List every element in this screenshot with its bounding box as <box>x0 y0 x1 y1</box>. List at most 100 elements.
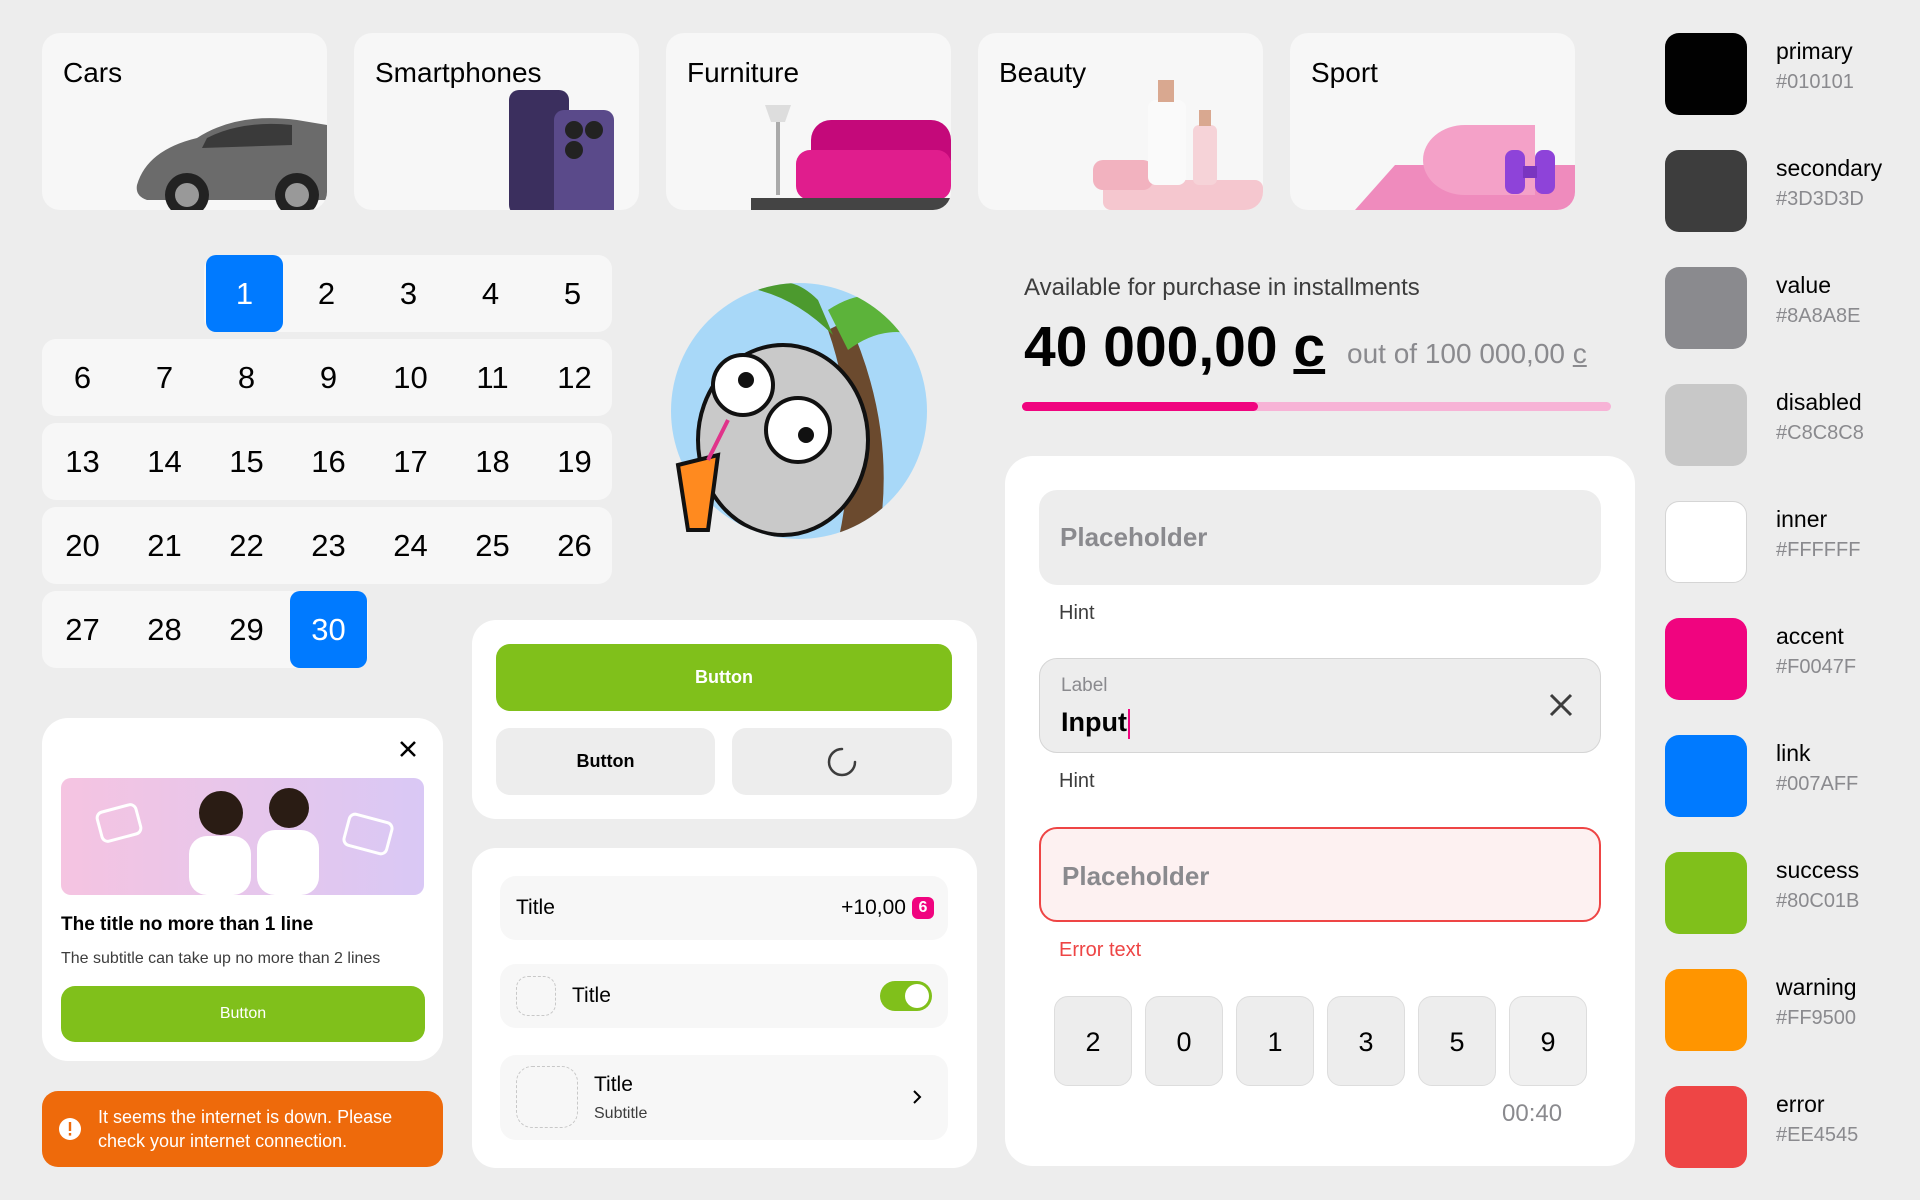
calendar-day-selected[interactable]: 1 <box>206 255 283 332</box>
text-field-error[interactable]: Placeholder <box>1039 827 1601 922</box>
swatch-error <box>1665 1086 1747 1168</box>
swatch-hex: #3D3D3D <box>1776 188 1864 210</box>
otp-digit-active[interactable]: 9 <box>1509 996 1587 1086</box>
calendar-week-row: 20 21 22 23 24 25 26 <box>42 507 612 584</box>
swatch-hex: #010101 <box>1776 71 1854 93</box>
swatch-name: link <box>1776 740 1811 766</box>
calendar-day[interactable]: 18 <box>454 423 531 500</box>
calendar-day[interactable]: 23 <box>290 507 367 584</box>
calendar-day[interactable]: 2 <box>288 255 365 332</box>
calendar-day[interactable]: 8 <box>208 339 285 416</box>
network-error-toast: It seems the internet is down. Please ch… <box>42 1091 443 1167</box>
list-item-toggle[interactable]: Title <box>500 964 948 1028</box>
close-icon[interactable] <box>399 740 417 758</box>
placeholder-icon <box>516 976 556 1016</box>
toggle-knob <box>905 984 929 1008</box>
otp-digit[interactable]: 2 <box>1054 996 1132 1086</box>
calendar-day[interactable]: 11 <box>454 339 531 416</box>
list-item-value-text: +10,00 <box>841 896 906 919</box>
calendar-day[interactable]: 6 <box>44 339 121 416</box>
promo-button[interactable]: Button <box>61 986 425 1042</box>
swatch-name: value <box>1776 272 1831 298</box>
loading-spinner-icon <box>827 747 857 776</box>
category-card-beauty[interactable]: Beauty <box>978 33 1263 210</box>
calendar-day[interactable]: 27 <box>44 591 121 668</box>
calendar-day[interactable]: 14 <box>126 423 203 500</box>
calendar-day[interactable]: 17 <box>372 423 449 500</box>
calendar-day[interactable]: 13 <box>44 423 121 500</box>
category-card-furniture[interactable]: Furniture <box>666 33 951 210</box>
calendar-day[interactable]: 15 <box>208 423 285 500</box>
otp-digit[interactable]: 0 <box>1145 996 1223 1086</box>
calendar-day[interactable]: 7 <box>126 339 203 416</box>
text-field-filled[interactable]: Label Input <box>1039 658 1601 753</box>
calendar-day[interactable]: 21 <box>126 507 203 584</box>
category-card-sport[interactable]: Sport <box>1290 33 1575 210</box>
cosmetics-image <box>1093 80 1263 210</box>
field-placeholder: Placeholder <box>1062 861 1210 891</box>
calendar-week-row: 6 7 8 9 10 11 12 <box>42 339 612 416</box>
calendar-day[interactable]: 22 <box>208 507 285 584</box>
promo-subtitle: The subtitle can take up no more than 2 … <box>61 950 381 967</box>
swatch-hex: #8A8A8E <box>1776 305 1861 327</box>
promo-image <box>61 778 424 895</box>
field-placeholder: Placeholder <box>1060 522 1208 552</box>
calendar-day[interactable]: 19 <box>536 423 613 500</box>
swatch-success <box>1665 852 1747 934</box>
yoga-mat-image <box>1355 125 1575 210</box>
calendar-day[interactable]: 4 <box>452 255 529 332</box>
swatch-primary <box>1665 33 1747 115</box>
swatch-value <box>1665 267 1747 349</box>
secondary-button[interactable]: Button <box>496 728 715 795</box>
calendar-day[interactable]: 16 <box>290 423 367 500</box>
calendar-day[interactable]: 9 <box>290 339 367 416</box>
total-value: out of 100 000,00 <box>1347 338 1565 369</box>
calendar-day[interactable]: 26 <box>536 507 613 584</box>
swatch-name: success <box>1776 857 1860 883</box>
calendar-day[interactable]: 28 <box>126 591 203 668</box>
field-input-text: Input <box>1061 707 1127 737</box>
swatch-hex: #FF9500 <box>1776 1007 1857 1029</box>
list-item-subtitle: Subtitle <box>594 1105 648 1122</box>
swatch-name: disabled <box>1776 389 1862 415</box>
otp-timer: 00:40 <box>1502 1100 1563 1127</box>
swatch-name: primary <box>1776 38 1853 64</box>
swatch-accent <box>1665 618 1747 700</box>
category-card-cars[interactable]: Cars <box>42 33 327 210</box>
calendar-day[interactable]: 3 <box>370 255 447 332</box>
swatch-secondary <box>1665 150 1747 232</box>
calendar-day[interactable]: 10 <box>372 339 449 416</box>
otp-digit[interactable]: 5 <box>1418 996 1496 1086</box>
calendar-day[interactable]: 12 <box>536 339 613 416</box>
category-label: Furniture <box>687 57 800 88</box>
calendar-day[interactable]: 29 <box>208 591 285 668</box>
swatch-hex: #007AFF <box>1776 773 1859 795</box>
toast-message: It seems the internet is down. Please ch… <box>98 1107 393 1151</box>
swatch-hex: #C8C8C8 <box>1776 422 1864 444</box>
loading-button[interactable] <box>732 728 952 795</box>
otp-digit[interactable]: 1 <box>1236 996 1314 1086</box>
swatch-name: accent <box>1776 623 1844 649</box>
swatch-name: error <box>1776 1091 1825 1117</box>
calendar-day[interactable]: 5 <box>534 255 611 332</box>
category-label: Sport <box>1311 57 1378 88</box>
count-badge: 6 <box>912 897 934 919</box>
clear-icon[interactable] <box>1548 692 1574 718</box>
text-field-empty[interactable]: Placeholder <box>1039 490 1601 585</box>
list-item-title: Title <box>572 984 611 1007</box>
category-label: Beauty <box>999 57 1087 88</box>
calendar-day-selected[interactable]: 30 <box>290 591 367 668</box>
alert-icon <box>59 1118 81 1140</box>
installments-progress-fill <box>1022 402 1258 411</box>
calendar-day[interactable]: 24 <box>372 507 449 584</box>
car-image <box>136 118 327 210</box>
calendar-day[interactable]: 25 <box>454 507 531 584</box>
swatch-warning <box>1665 969 1747 1051</box>
calendar-day[interactable]: 20 <box>44 507 121 584</box>
list-item-value[interactable]: Title +10,00 6 <box>500 876 948 940</box>
primary-button[interactable]: Button <box>496 644 952 711</box>
category-card-smartphones[interactable]: Smartphones <box>354 33 639 210</box>
otp-digit[interactable]: 3 <box>1327 996 1405 1086</box>
toggle-switch[interactable] <box>880 981 932 1011</box>
list-item-navigation[interactable]: Title Subtitle <box>500 1055 948 1140</box>
